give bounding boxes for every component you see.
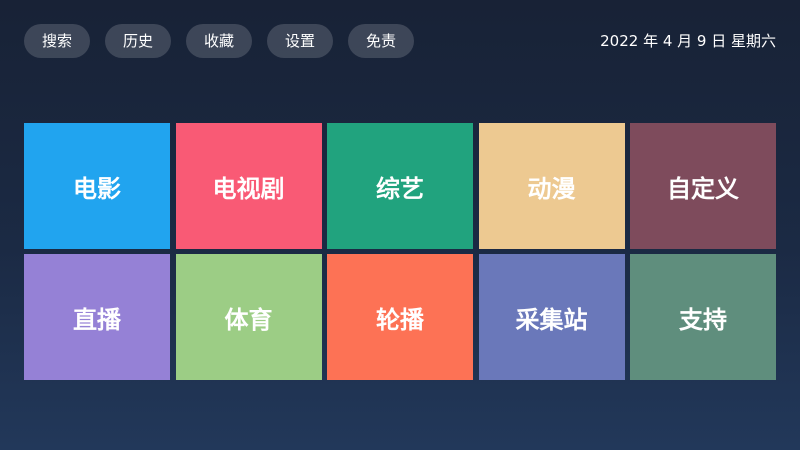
tile-anime[interactable]: 动漫 (478, 123, 625, 249)
tile-variety[interactable]: 综艺 (327, 123, 473, 249)
tile-custom[interactable]: 自定义 (630, 123, 776, 249)
tile-tv-series[interactable]: 电视剧 (175, 123, 322, 249)
history-button[interactable]: 历史 (105, 24, 171, 58)
settings-button[interactable]: 设置 (267, 24, 333, 58)
tile-live[interactable]: 直播 (24, 254, 170, 380)
tile-carousel[interactable]: 轮播 (327, 254, 473, 380)
top-nav: 搜索 历史 收藏 设置 免责 (24, 24, 414, 58)
search-button[interactable]: 搜索 (24, 24, 90, 58)
tile-collection-site[interactable]: 采集站 (478, 254, 625, 380)
date-display: 2022 年 4 月 9 日 星期六 (600, 32, 776, 50)
disclaimer-button[interactable]: 免责 (348, 24, 414, 58)
favorites-button[interactable]: 收藏 (186, 24, 252, 58)
tile-movie[interactable]: 电影 (24, 123, 170, 249)
category-grid: 电影 电视剧 综艺 动漫 自定义 直播 体育 轮播 采集站 支持 (24, 123, 776, 380)
tile-support[interactable]: 支持 (630, 254, 776, 380)
tile-sports[interactable]: 体育 (175, 254, 322, 380)
